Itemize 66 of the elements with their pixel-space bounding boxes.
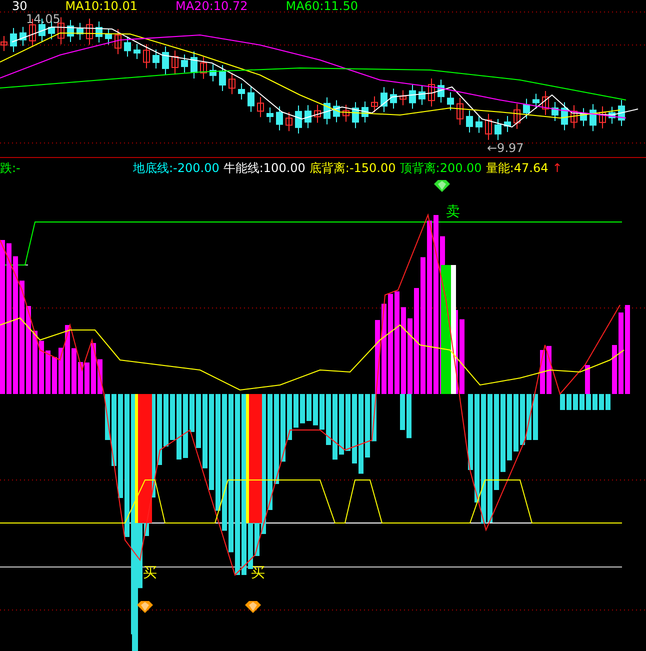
histogram-bar [78,362,83,394]
histogram-bar [183,394,188,458]
histogram-bar [507,394,512,460]
histogram-bar [592,394,598,410]
histogram-bar [346,394,350,451]
histogram-bar [573,394,578,410]
histogram-bar [176,394,182,460]
legend-text: 30 [12,0,28,13]
histogram-bar [280,394,286,462]
histogram-bar [599,394,604,410]
legend-text: 顶背离:200.00 [400,161,482,175]
histogram-bar [294,394,298,428]
histogram-bar [300,394,305,424]
histogram-bar [540,350,545,394]
histogram-bar [39,340,44,394]
histogram-bar [91,343,96,394]
histogram-bar [526,394,532,440]
histogram-bar [112,394,116,466]
histogram-bar [196,394,201,448]
signal-label: 卖 [446,205,460,219]
histogram-bar [352,394,357,464]
histogram-bar [560,394,565,410]
histogram-bar [32,330,38,394]
histogram-bar [52,357,57,394]
histogram-bar [84,362,90,394]
legend-text: 地底线:-200.00 [133,161,220,175]
legend-text: 跌:- [0,161,20,175]
histogram-bar [606,394,610,410]
histogram-bar [190,394,194,432]
histogram-bar [98,359,102,394]
histogram-bar [320,394,324,430]
legend-text: ↑ [552,161,562,175]
diamond-icon [434,180,450,192]
legend-text: MA20:10.72 [176,0,248,13]
histogram-bar [365,394,370,458]
legend-text: 牛能线:100.00 [223,161,306,175]
legend-text: MA10:10.01 [65,0,138,13]
histogram-bar [306,394,312,421]
histogram-bar [612,345,617,394]
histogram-bar [287,394,292,440]
histogram-bar [326,394,331,445]
histogram-bar [170,394,175,440]
histogram-bar [546,346,552,394]
diamond-icon [245,601,261,613]
histogram-bar [72,348,76,394]
histogram-bar [65,325,70,394]
histogram-bar [533,394,538,440]
histogram-bar [46,350,50,394]
histogram-bar [157,394,162,465]
histogram-bar [332,394,338,460]
legend-text: MA60:11.50 [286,0,358,13]
histogram-bar [566,394,572,410]
signal-label: 买 [143,566,157,580]
histogram-bar [313,394,318,426]
signal-label: 买 [251,566,265,580]
histogram-bar [164,394,168,446]
price-label: ←9.97 [487,141,524,155]
legend-text: 底背离:-150.00 [309,161,396,175]
histogram-bar [58,348,64,394]
histogram-bar [105,394,110,440]
histogram-bar [339,394,344,455]
diamond-icon [137,601,153,613]
price-label: 14.05 [26,12,60,26]
histogram-bar [514,394,518,452]
histogram-bar [520,394,525,445]
legend-text: 量能:47.64 [486,161,548,175]
